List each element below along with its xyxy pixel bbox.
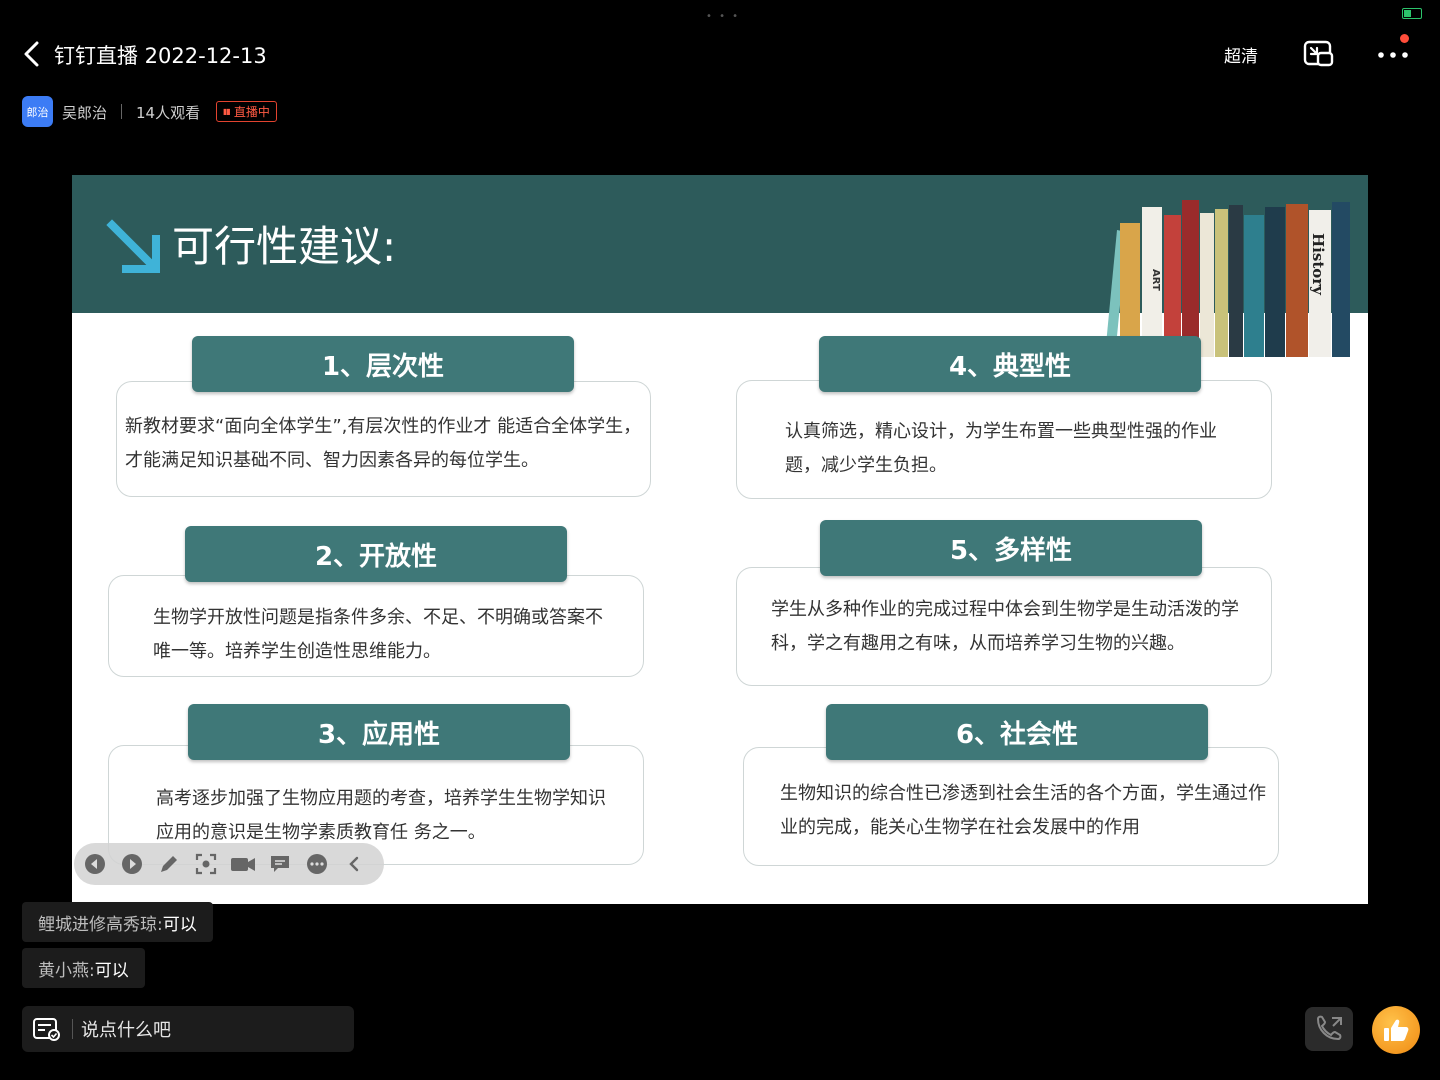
form-check-icon[interactable]	[32, 1016, 62, 1042]
book-label: ART	[1150, 269, 1161, 291]
signal-icon: ▮▮	[223, 107, 231, 116]
comment-icon	[271, 856, 289, 872]
notification-dot	[1400, 34, 1409, 43]
card-3-text: 高考逐步加强了生物应用题的考查，培养学生生物学知识应用的意识是生物学素质教育任 …	[156, 788, 606, 843]
live-label: 直播中	[233, 105, 270, 119]
pip-button[interactable]	[1302, 38, 1336, 70]
card-6-heading: 6、社会性	[826, 704, 1208, 760]
comment-author: 黄小燕:	[38, 960, 95, 981]
avatar[interactable]: 郎治	[22, 96, 53, 127]
card-4-text: 认真筛选，精心设计，为学生布置一些典型性强的作业题，减少学生负担。	[785, 421, 1217, 476]
comment-text: 可以	[94, 960, 129, 981]
card-5-heading: 5、多样性	[820, 520, 1202, 576]
live-badge: ▮▮ 直播中	[216, 101, 277, 122]
more-icon	[307, 854, 327, 874]
card-6-text: 生物知识的综合性已渗透到社会生活的各个方面，学生通过作业的完成，能关心生物学在社…	[780, 783, 1266, 838]
comment-author: 鲤城进修高秀琼:	[38, 914, 163, 935]
phone-icon	[1316, 1015, 1342, 1041]
pen-button[interactable]	[156, 851, 182, 877]
call-button[interactable]	[1305, 1007, 1353, 1051]
quality-button[interactable]: 超清	[1224, 42, 1258, 67]
drag-handle: • • •	[706, 11, 741, 22]
card-3-heading: 3、应用性	[188, 704, 570, 760]
comment-text: 可以	[162, 914, 197, 935]
comment-item: 黄小燕: 可以	[22, 948, 145, 988]
host-name[interactable]: 吴郎治	[62, 102, 107, 123]
card-5-text: 学生从多种作业的完成过程中体会到生物学是生动活泼的学科，学之有趣用之有味，从而培…	[771, 599, 1239, 654]
next-icon	[122, 854, 142, 874]
collapse-toolbar-button[interactable]	[341, 851, 367, 877]
page-title: 钉钉直播 2022-12-13	[54, 44, 267, 68]
like-button[interactable]	[1372, 1006, 1420, 1054]
pip-icon	[1303, 40, 1334, 67]
screenshot-button[interactable]	[193, 851, 219, 877]
camera-icon	[231, 858, 255, 871]
book-label: History	[1309, 233, 1327, 296]
prev-icon	[85, 854, 105, 874]
slide-toolbar	[74, 843, 384, 885]
presentation-slide: 可行性建议: ART History 1、层次性 新教材要求“面向全体学生”,有…	[72, 175, 1368, 904]
card-2-text: 生物学开放性问题是指条件多余、不足、不明确或答案不唯一等。培养学生创造性思维能力…	[153, 607, 603, 662]
comment-button[interactable]	[267, 851, 293, 877]
viewer-count: 14人观看	[136, 104, 201, 122]
comment-input[interactable]: 说点什么吧	[22, 1006, 354, 1052]
prev-slide-button[interactable]	[82, 851, 108, 877]
toolbar-more-button[interactable]	[304, 851, 330, 877]
divider	[72, 1019, 73, 1039]
comment-item: 鲤城进修高秀琼: 可以	[22, 902, 213, 942]
slide-title: 可行性建议:	[172, 222, 397, 271]
pen-icon	[161, 856, 177, 872]
back-arrow-icon	[24, 41, 39, 67]
screenshot-icon	[195, 853, 217, 875]
camera-button[interactable]	[230, 851, 256, 877]
card-4-heading: 4、典型性	[819, 336, 1201, 392]
back-button[interactable]	[16, 38, 48, 70]
card-1-heading: 1、层次性	[192, 336, 574, 392]
next-slide-button[interactable]	[119, 851, 145, 877]
collapse-icon	[349, 856, 359, 872]
battery-icon	[1402, 8, 1422, 19]
divider	[121, 104, 122, 119]
card-2-heading: 2、开放性	[185, 526, 567, 582]
input-placeholder: 说点什么吧	[81, 1020, 171, 1041]
thumbs-up-icon	[1384, 1019, 1409, 1041]
arrow-down-right-icon	[106, 219, 160, 273]
card-1-text: 新教材要求“面向全体学生”,有层次性的作业才 能适合全体学生，才能满足知识基础不…	[125, 416, 642, 471]
